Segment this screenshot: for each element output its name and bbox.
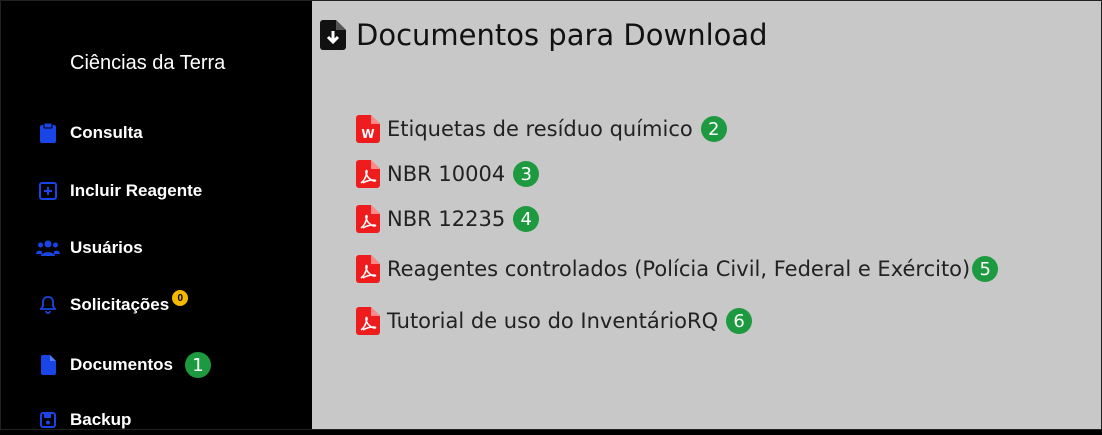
nav-label: Backup: [70, 410, 132, 429]
nav-item-usuarios[interactable]: Usuários: [36, 233, 143, 263]
notification-badge: 0: [172, 290, 189, 306]
nav-item-backup[interactable]: Backup: [36, 405, 131, 435]
callout-number: 4: [513, 206, 540, 232]
brand-title: Ciências da Terra: [70, 52, 226, 74]
sidebar: Ciências da Terra Consulta Incluir Reage…: [0, 0, 312, 430]
callout-number: 1: [184, 352, 211, 378]
nav-label: Documentos: [70, 355, 173, 374]
doc-link-reagentes-controlados[interactable]: Reagentes controlados (Polícia Civil, Fe…: [356, 255, 999, 283]
nav-label: Consulta: [70, 123, 143, 142]
callout-number: 6: [726, 308, 753, 334]
bell-icon: [36, 293, 60, 317]
file-icon: [36, 353, 60, 377]
doc-link-etiquetas[interactable]: W Etiquetas de resíduo químico 2: [356, 115, 727, 143]
doc-link-label: NBR 12235: [387, 207, 506, 231]
callout-number: 2: [700, 116, 727, 142]
file-download-icon: [320, 20, 346, 50]
users-icon: [36, 236, 60, 260]
doc-link-label: NBR 10004: [387, 162, 506, 186]
callout-number: 3: [513, 161, 540, 187]
nav-item-incluir-reagente[interactable]: Incluir Reagente: [36, 176, 202, 206]
nav-item-consulta[interactable]: Consulta: [36, 118, 143, 148]
pdf-file-icon: [356, 307, 380, 335]
nav-label: Solicitações: [70, 295, 170, 314]
callout-number: 5: [972, 256, 999, 282]
doc-link-label: Tutorial de uso do InventárioRQ: [387, 309, 719, 333]
doc-link-tutorial[interactable]: Tutorial de uso do InventárioRQ 6: [356, 307, 753, 335]
page-title-text: Documentos para Download: [356, 18, 768, 52]
svg-text:W: W: [361, 127, 374, 141]
doc-link-nbr-12235[interactable]: NBR 12235 4: [356, 205, 540, 233]
doc-link-label: Reagentes controlados (Polícia Civil, Fe…: [387, 257, 971, 281]
pdf-file-icon: [356, 160, 380, 188]
doc-link-nbr-10004[interactable]: NBR 10004 3: [356, 160, 540, 188]
plus-square-icon: [36, 179, 60, 203]
pdf-file-icon: [356, 255, 380, 283]
nav-item-documentos[interactable]: Documentos 1: [36, 350, 211, 380]
doc-link-label: Etiquetas de resíduo químico: [387, 117, 693, 141]
nav-label: Incluir Reagente: [70, 181, 203, 200]
page-title: Documentos para Download: [320, 18, 768, 52]
nav-item-solicitacoes[interactable]: Solicitações 0: [36, 290, 189, 320]
clipboard-icon: [36, 121, 60, 145]
save-icon: [36, 408, 60, 432]
nav-label: Usuários: [70, 238, 143, 257]
main-content: Documentos para Download W Etiquetas de …: [312, 0, 1102, 430]
word-file-icon: W: [356, 115, 380, 143]
pdf-file-icon: [356, 205, 380, 233]
